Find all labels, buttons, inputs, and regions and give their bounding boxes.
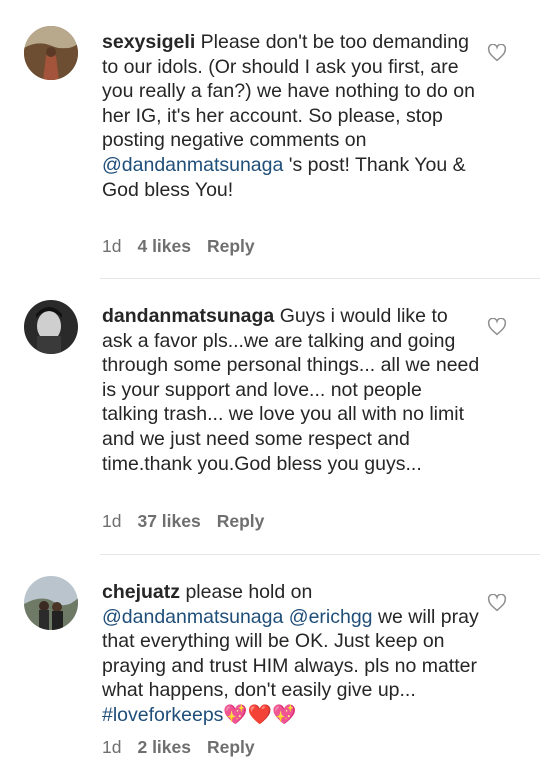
comment-username[interactable]: chejuatz [102, 581, 180, 603]
comment-timestamp: 1d [102, 511, 122, 531]
avatar[interactable] [24, 576, 78, 630]
mention-link[interactable]: @dandanmatsunaga [102, 606, 283, 628]
comment-text: sexysigeli Please don't be too demanding… [102, 30, 482, 202]
comment-timestamp: 1d [102, 737, 122, 757]
comment-username[interactable]: sexysigeli [102, 31, 195, 53]
comment-meta: 1d 4 likes Reply [102, 236, 255, 257]
avatar[interactable] [24, 26, 78, 80]
divider [100, 278, 540, 279]
heart-outline-icon[interactable] [487, 318, 507, 336]
reply-button[interactable]: Reply [207, 236, 255, 257]
likes-count[interactable]: 37 likes [137, 511, 200, 532]
comment-text: dandanmatsunaga Guys i would like to ask… [102, 304, 482, 476]
comment-text: chejuatz please hold on @dandanmatsunaga… [102, 580, 482, 728]
mention-link[interactable]: @erichgg [289, 606, 373, 628]
reply-button[interactable]: Reply [207, 737, 255, 758]
likes-count[interactable]: 2 likes [137, 737, 191, 758]
reply-button[interactable]: Reply [217, 511, 265, 532]
comment-username[interactable]: dandanmatsunaga [102, 305, 274, 327]
emoji-hearts: 💖❤️💖 [223, 702, 297, 726]
hashtag-link[interactable]: #loveforkeeps [102, 704, 223, 726]
comment-body: Guys i would like to ask a favor pls...w… [102, 305, 480, 475]
comment-timestamp: 1d [102, 236, 122, 256]
likes-count[interactable]: 4 likes [137, 236, 191, 257]
avatar[interactable] [24, 300, 78, 354]
mention-link[interactable]: @dandanmatsunaga [102, 154, 283, 176]
comment-meta: 1d 37 likes Reply [102, 511, 264, 532]
divider [100, 554, 540, 555]
comment-body: please hold on [180, 581, 313, 603]
heart-outline-icon[interactable] [487, 44, 507, 62]
comment-meta: 1d 2 likes Reply [102, 737, 255, 758]
heart-outline-icon[interactable] [487, 594, 507, 612]
